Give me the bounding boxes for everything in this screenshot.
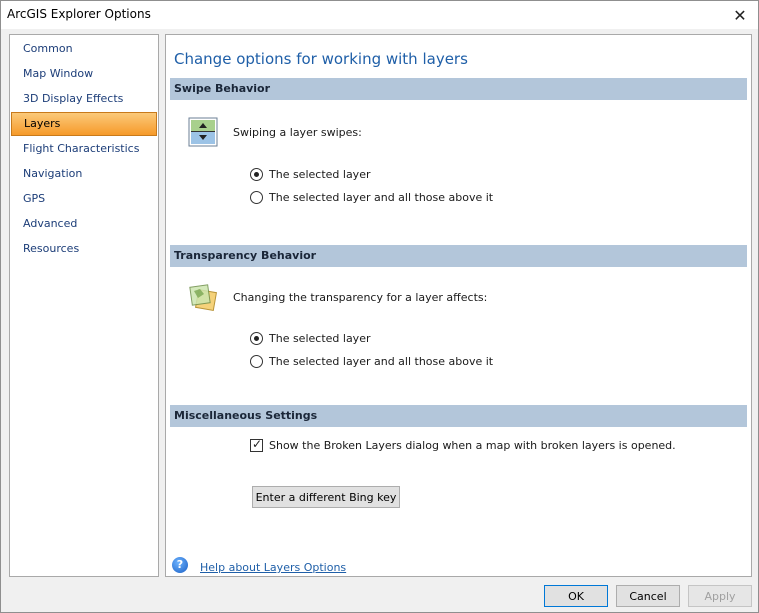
nav-item-3d-display-effects[interactable]: 3D Display Effects bbox=[11, 87, 157, 111]
section-transparency-behavior: Transparency Behavior bbox=[170, 245, 747, 267]
broken-layers-checkbox[interactable] bbox=[250, 437, 263, 452]
close-icon[interactable]: ✕ bbox=[722, 1, 758, 29]
nav-item-gps[interactable]: GPS bbox=[11, 187, 157, 211]
options-dialog: ArcGIS Explorer Options ✕ Common Map Win… bbox=[0, 0, 759, 613]
nav-item-layers[interactable]: Layers bbox=[11, 112, 157, 136]
options-nav: Common Map Window 3D Display Effects Lay… bbox=[9, 34, 159, 577]
radio-label: The selected layer and all those above i… bbox=[269, 355, 494, 368]
nav-item-common[interactable]: Common bbox=[11, 37, 157, 61]
transparency-option-selected[interactable]: The selected layer bbox=[250, 332, 370, 345]
section-swipe-behavior: Swipe Behavior bbox=[170, 78, 747, 100]
nav-item-advanced[interactable]: Advanced bbox=[11, 212, 157, 236]
radio-label: The selected layer and all those above i… bbox=[269, 191, 494, 204]
transparency-option-selected-and-above[interactable]: The selected layer and all those above i… bbox=[250, 355, 493, 368]
nav-item-flight-characteristics[interactable]: Flight Characteristics bbox=[11, 137, 157, 161]
radio-button[interactable] bbox=[250, 191, 263, 204]
cancel-button[interactable]: Cancel bbox=[616, 585, 680, 607]
nav-item-navigation[interactable]: Navigation bbox=[11, 162, 157, 186]
radio-label: The selected layer bbox=[269, 168, 371, 181]
broken-layers-option[interactable]: Show the Broken Layers dialog when a map… bbox=[250, 437, 676, 452]
radio-button[interactable] bbox=[250, 168, 263, 181]
radio-button[interactable] bbox=[250, 332, 263, 345]
ok-button[interactable]: OK bbox=[544, 585, 608, 607]
radio-button[interactable] bbox=[250, 355, 263, 368]
swipe-prompt: Swiping a layer swipes: bbox=[233, 126, 362, 139]
radio-label: The selected layer bbox=[269, 332, 371, 345]
help-link[interactable]: Help about Layers Options bbox=[200, 561, 346, 574]
bing-key-button[interactable]: Enter a different Bing key bbox=[252, 486, 400, 508]
page-title: Change options for working with layers bbox=[174, 50, 468, 68]
swipe-option-selected-and-above[interactable]: The selected layer and all those above i… bbox=[250, 191, 493, 204]
section-miscellaneous-settings: Miscellaneous Settings bbox=[170, 405, 747, 427]
swipe-icon bbox=[188, 117, 218, 147]
apply-button[interactable]: Apply bbox=[688, 585, 752, 607]
transparency-icon bbox=[189, 284, 218, 312]
title-bar[interactable]: ArcGIS Explorer Options ✕ bbox=[1, 1, 758, 29]
swipe-option-selected[interactable]: The selected layer bbox=[250, 168, 370, 181]
broken-layers-label: Show the Broken Layers dialog when a map… bbox=[269, 439, 676, 452]
options-content: Change options for working with layers S… bbox=[165, 34, 752, 577]
nav-item-map-window[interactable]: Map Window bbox=[11, 62, 157, 86]
help-icon[interactable]: ? bbox=[172, 557, 188, 573]
nav-item-resources[interactable]: Resources bbox=[11, 237, 157, 261]
window-title: ArcGIS Explorer Options bbox=[7, 7, 151, 21]
transparency-prompt: Changing the transparency for a layer af… bbox=[233, 291, 488, 304]
